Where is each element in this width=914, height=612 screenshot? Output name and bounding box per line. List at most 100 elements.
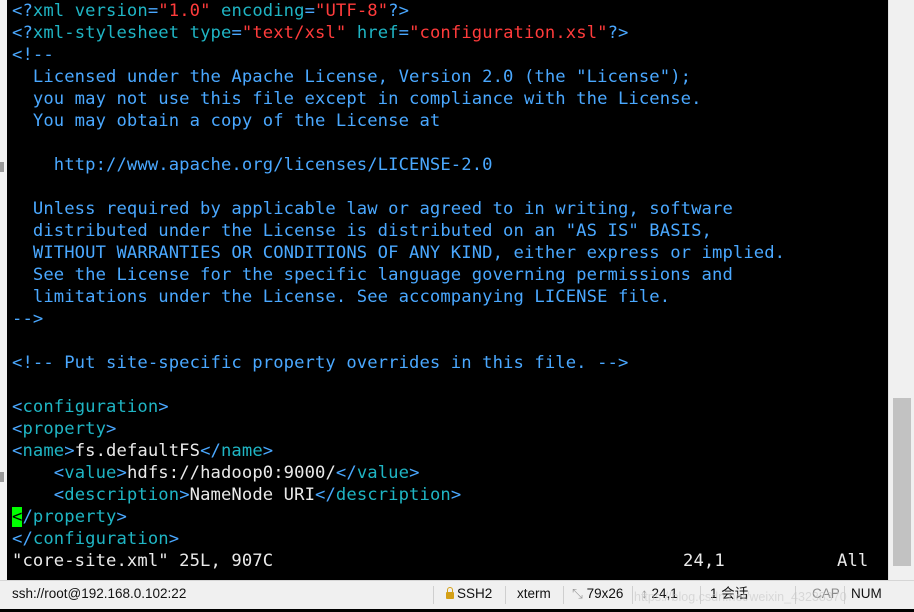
- code-token: xml: [32, 1, 65, 21]
- code-token: encoding: [210, 1, 305, 21]
- status-divider: [563, 586, 564, 604]
- code-line: <name>fs.defaultFS</name>: [12, 440, 273, 462]
- code-token: hdfs://hadoop0:9000/: [126, 463, 336, 483]
- code-line: <configuration>: [12, 396, 169, 418]
- code-token: you may not use this file except in comp…: [12, 89, 702, 109]
- code-token: Licensed under the Apache License, Versi…: [12, 67, 692, 87]
- code-token: value: [64, 463, 117, 483]
- code-token: >: [262, 441, 274, 461]
- code-token: =: [398, 23, 410, 43]
- code-token: configuration: [32, 529, 169, 549]
- code-line: you may not use this file except in comp…: [12, 88, 702, 110]
- left-window-edge: [0, 0, 7, 580]
- code-token: distributed under the License is distrib…: [12, 221, 712, 241]
- code-token: >: [158, 397, 169, 417]
- code-token: name: [220, 441, 263, 461]
- code-token: <!--: [12, 45, 54, 65]
- num-indicator: NUM: [851, 586, 882, 601]
- edge-mark: [0, 162, 4, 172]
- code-line: <?xml-stylesheet type="text/xsl" href="c…: [12, 22, 629, 44]
- terminal-size: 79x26: [586, 586, 624, 601]
- code-token: value: [356, 463, 410, 483]
- code-token: </: [315, 485, 336, 505]
- code-token: <?: [12, 23, 33, 43]
- vim-status-line: "core-site.xml" 25L, 907C: [12, 550, 273, 572]
- protocol-label: SSH2: [457, 586, 493, 601]
- status-divider: [505, 586, 506, 604]
- code-token: href: [346, 23, 399, 43]
- code-token: limitations under the License. See accom…: [12, 287, 671, 307]
- code-token: >: [179, 485, 190, 505]
- code-token: type: [179, 23, 232, 43]
- status-divider: [632, 586, 633, 604]
- code-token: -->: [12, 309, 44, 329]
- code-token: =: [231, 23, 242, 43]
- code-token: <: [12, 419, 23, 439]
- code-token: xml-stylesheet: [32, 23, 180, 43]
- code-token: name: [22, 441, 65, 461]
- code-token: </: [12, 529, 33, 549]
- status-divider: [433, 586, 434, 604]
- vertical-scrollbar[interactable]: [888, 0, 914, 580]
- code-line: distributed under the License is distrib…: [12, 220, 712, 242]
- code-token: "configuration.xsl": [409, 23, 608, 43]
- terminal-editor[interactable]: <?xml version="1.0" encoding="UTF-8"?> <?…: [7, 0, 888, 580]
- code-line: limitations under the License. See accom…: [12, 286, 670, 308]
- terminal-type: xterm: [517, 586, 551, 601]
- code-token: </: [335, 463, 357, 483]
- code-line: <?xml version="1.0" encoding="UTF-8"?>: [12, 0, 409, 22]
- code-token: You may obtain a copy of the License at: [12, 111, 441, 131]
- lock-icon: [446, 587, 454, 599]
- code-token: >: [168, 529, 180, 549]
- code-token: <?: [12, 1, 33, 21]
- resize-icon: ⤡: [572, 586, 583, 601]
- edge-mark: [0, 472, 4, 482]
- code-token: <: [12, 485, 65, 505]
- code-token: <: [12, 463, 65, 483]
- code-token: </: [200, 441, 221, 461]
- code-token: >: [409, 463, 420, 483]
- code-token: /: [22, 507, 33, 527]
- text-cursor: <: [12, 507, 23, 527]
- code-token: >: [116, 507, 127, 527]
- code-token: =: [304, 1, 316, 21]
- status-bar: ssh://root@192.168.0.102:22 SSH2 xterm ⤡…: [0, 580, 914, 609]
- file-info: "core-site.xml" 25L, 907C: [12, 551, 274, 571]
- code-token: <: [12, 441, 23, 461]
- code-line: <property>: [12, 418, 117, 440]
- code-token: "UTF-8": [315, 1, 389, 21]
- code-token: "text/xsl": [241, 23, 347, 43]
- code-token: "1.0": [158, 1, 211, 21]
- code-line: -->: [12, 308, 43, 330]
- connection-address: ssh://root@192.168.0.102:22: [12, 586, 187, 601]
- code-token: >: [450, 485, 462, 505]
- code-line: See the License for the specific languag…: [12, 264, 733, 286]
- code-token: description: [335, 485, 451, 505]
- code-token: property: [22, 419, 107, 439]
- code-token: =: [147, 1, 159, 21]
- protocol-status: SSH2: [446, 581, 492, 609]
- code-token: >: [106, 419, 117, 439]
- code-token: NameNode URI: [189, 485, 316, 505]
- code-token: <!-- Put site-specific property override…: [12, 353, 629, 373]
- code-token: ?>: [388, 1, 410, 21]
- code-line: <!-- Put site-specific property override…: [12, 352, 628, 374]
- code-line: Unless required by applicable law or agr…: [12, 198, 733, 220]
- code-token: ?>: [607, 23, 629, 43]
- code-line: <!--: [12, 44, 54, 66]
- code-token: WITHOUT WARRANTIES OR CONDITIONS OF ANY …: [12, 243, 786, 263]
- code-token: <: [12, 397, 23, 417]
- code-token: >: [64, 441, 75, 461]
- code-token: http://www.apache.org/licenses/LICENSE-2…: [12, 155, 493, 175]
- code-token: Unless required by applicable law or agr…: [12, 199, 733, 219]
- code-token: fs.defaultFS: [74, 441, 201, 461]
- scrollbar-thumb[interactable]: [893, 398, 911, 566]
- code-line: You may obtain a copy of the License at: [12, 110, 440, 132]
- code-line: </configuration>: [12, 528, 179, 550]
- code-line: http://www.apache.org/licenses/LICENSE-2…: [12, 154, 493, 176]
- code-token: description: [64, 485, 180, 505]
- code-token: property: [32, 507, 117, 527]
- code-token: See the License for the specific languag…: [12, 265, 733, 285]
- code-line: Licensed under the Apache License, Versi…: [12, 66, 691, 88]
- vim-scroll-indicator: All: [837, 551, 869, 571]
